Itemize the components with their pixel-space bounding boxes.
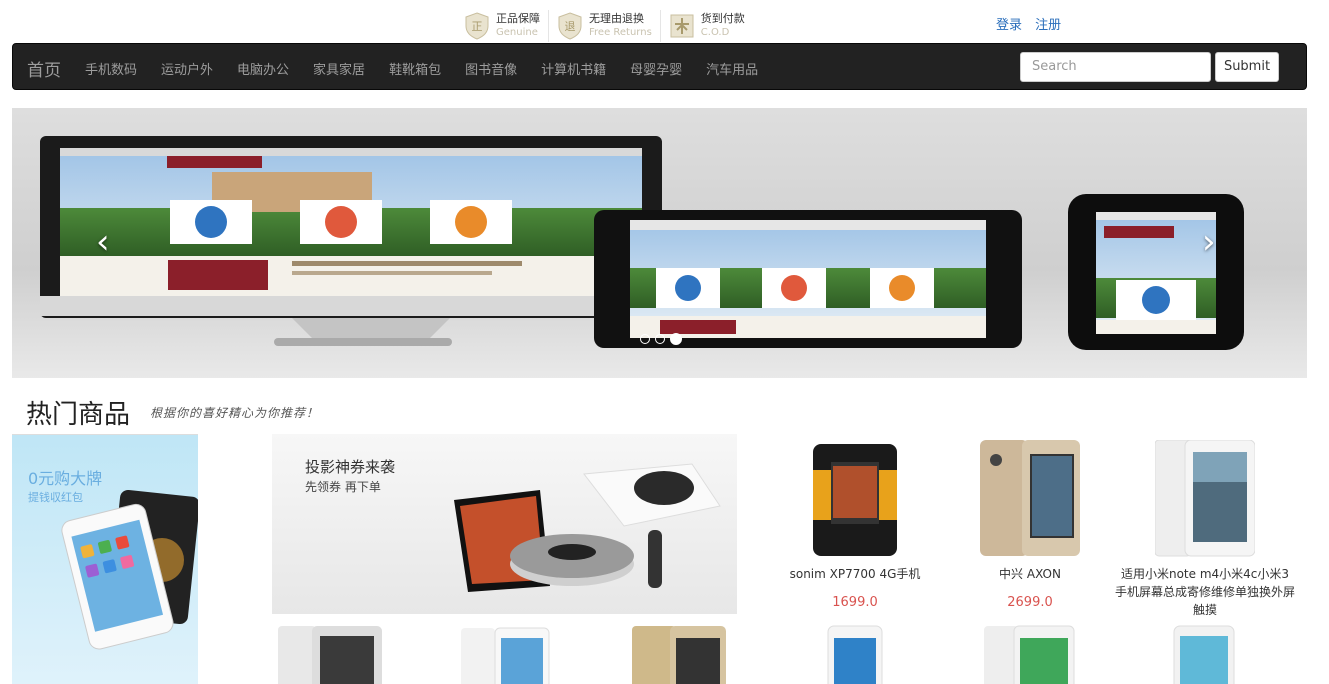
genuine-icon: 正: [464, 12, 490, 40]
hero-carousel: ‹ ›: [12, 108, 1307, 378]
nav-item-baby[interactable]: 母婴孕婴: [618, 44, 694, 89]
search-input[interactable]: Search: [1020, 52, 1211, 82]
badge-subtitle: Genuine: [496, 27, 538, 38]
top-strip: 正 正品保障 Genuine 退 无理由退换 Free Returns 货到付款…: [0, 0, 1329, 43]
promo-phones-image: [61, 489, 198, 650]
nav-item-furniture[interactable]: 家具家居: [301, 44, 377, 89]
nav-item-auto[interactable]: 汽车用品: [694, 44, 770, 89]
promo-banner-projector[interactable]: 投影神券来袭 先领券 再下单: [272, 434, 737, 614]
carousel-prev-button[interactable]: ‹: [96, 225, 110, 259]
carousel-next-button[interactable]: ›: [1202, 225, 1216, 259]
badge-subtitle: C.O.D: [700, 27, 730, 38]
nav-item-shoes-bags[interactable]: 鞋靴箱包: [377, 44, 453, 89]
product-name: 中兴 AXON: [999, 567, 1061, 581]
product-card[interactable]: sonim XP7700 4G手机 1699.0: [765, 440, 945, 610]
product-image: [980, 440, 1080, 556]
product-price: 1699.0: [832, 595, 878, 610]
product-thumbnail[interactable]: [980, 624, 1090, 684]
badge-returns: 退 无理由退换 Free Returns: [549, 10, 661, 42]
cod-icon: [669, 12, 695, 40]
register-link[interactable]: 注册: [1035, 18, 1061, 33]
hot-products-slogan: 根据你的喜好精心为你推荐！: [150, 406, 320, 420]
service-badges: 正 正品保障 Genuine 退 无理由退换 Free Returns 货到付款…: [456, 10, 753, 42]
nav-item-computer-books[interactable]: 计算机书籍: [529, 44, 618, 89]
projector-image: [454, 463, 721, 592]
nav-item-office[interactable]: 电脑办公: [225, 44, 301, 89]
badge-title: 无理由退换: [589, 12, 644, 25]
login-link[interactable]: 登录: [996, 18, 1022, 33]
svg-text:退: 退: [565, 20, 576, 33]
category-nav: 手机数码 运动户外 电脑办公 家具家居 鞋靴箱包 图书音像 计算机书籍 母婴孕婴…: [73, 44, 770, 89]
product-card[interactable]: 适用小米note m4小米4c小米3手机屏幕总成寄修维修单独换外屏触摸: [1115, 439, 1296, 619]
product-image: [1154, 439, 1256, 557]
product-thumbnail[interactable]: [630, 624, 740, 684]
promo-banner-left[interactable]: 0元购大牌 提钱収红包: [12, 434, 198, 684]
user-links: 登录 注册: [996, 14, 1070, 33]
product-image: [813, 444, 897, 556]
product-thumbnail[interactable]: [800, 624, 910, 684]
carousel-indicators: [640, 333, 687, 345]
badge-genuine: 正 正品保障 Genuine: [456, 10, 549, 42]
hot-products-title: 热门商品: [26, 400, 131, 430]
product-name: sonim XP7700 4G手机: [789, 567, 921, 581]
nav-item-digital[interactable]: 手机数码: [73, 44, 149, 89]
product-thumbnail[interactable]: [455, 624, 565, 684]
badge-subtitle: Free Returns: [589, 27, 652, 38]
return-icon: 退: [557, 12, 583, 40]
search-submit-button[interactable]: Submit: [1215, 52, 1279, 82]
product-price: 2699.0: [1007, 595, 1053, 610]
svg-text:正: 正: [472, 20, 483, 33]
product-thumbnail[interactable]: [276, 624, 386, 684]
badge-title: 正品保障: [496, 12, 540, 25]
carousel-indicator-1[interactable]: [640, 334, 650, 344]
nav-brand-home[interactable]: 首页: [27, 56, 61, 81]
badge-title: 货到付款: [700, 12, 745, 25]
nav-item-books-media[interactable]: 图书音像: [453, 44, 529, 89]
main-navbar: 首页 手机数码 运动户外 电脑办公 家具家居 鞋靴箱包 图书音像 计算机书籍 母…: [12, 43, 1307, 90]
badge-cod: 货到付款 C.O.D: [661, 10, 753, 42]
product-thumbnail[interactable]: [1150, 624, 1260, 684]
carousel-indicator-2[interactable]: [655, 334, 665, 344]
carousel-indicator-3[interactable]: [670, 333, 682, 345]
nav-item-outdoor[interactable]: 运动户外: [149, 44, 225, 89]
product-card[interactable]: 中兴 AXON 2699.0: [940, 440, 1120, 610]
product-name: 适用小米note m4小米4c小米3手机屏幕总成寄修维修单独换外屏触摸: [1115, 567, 1296, 617]
